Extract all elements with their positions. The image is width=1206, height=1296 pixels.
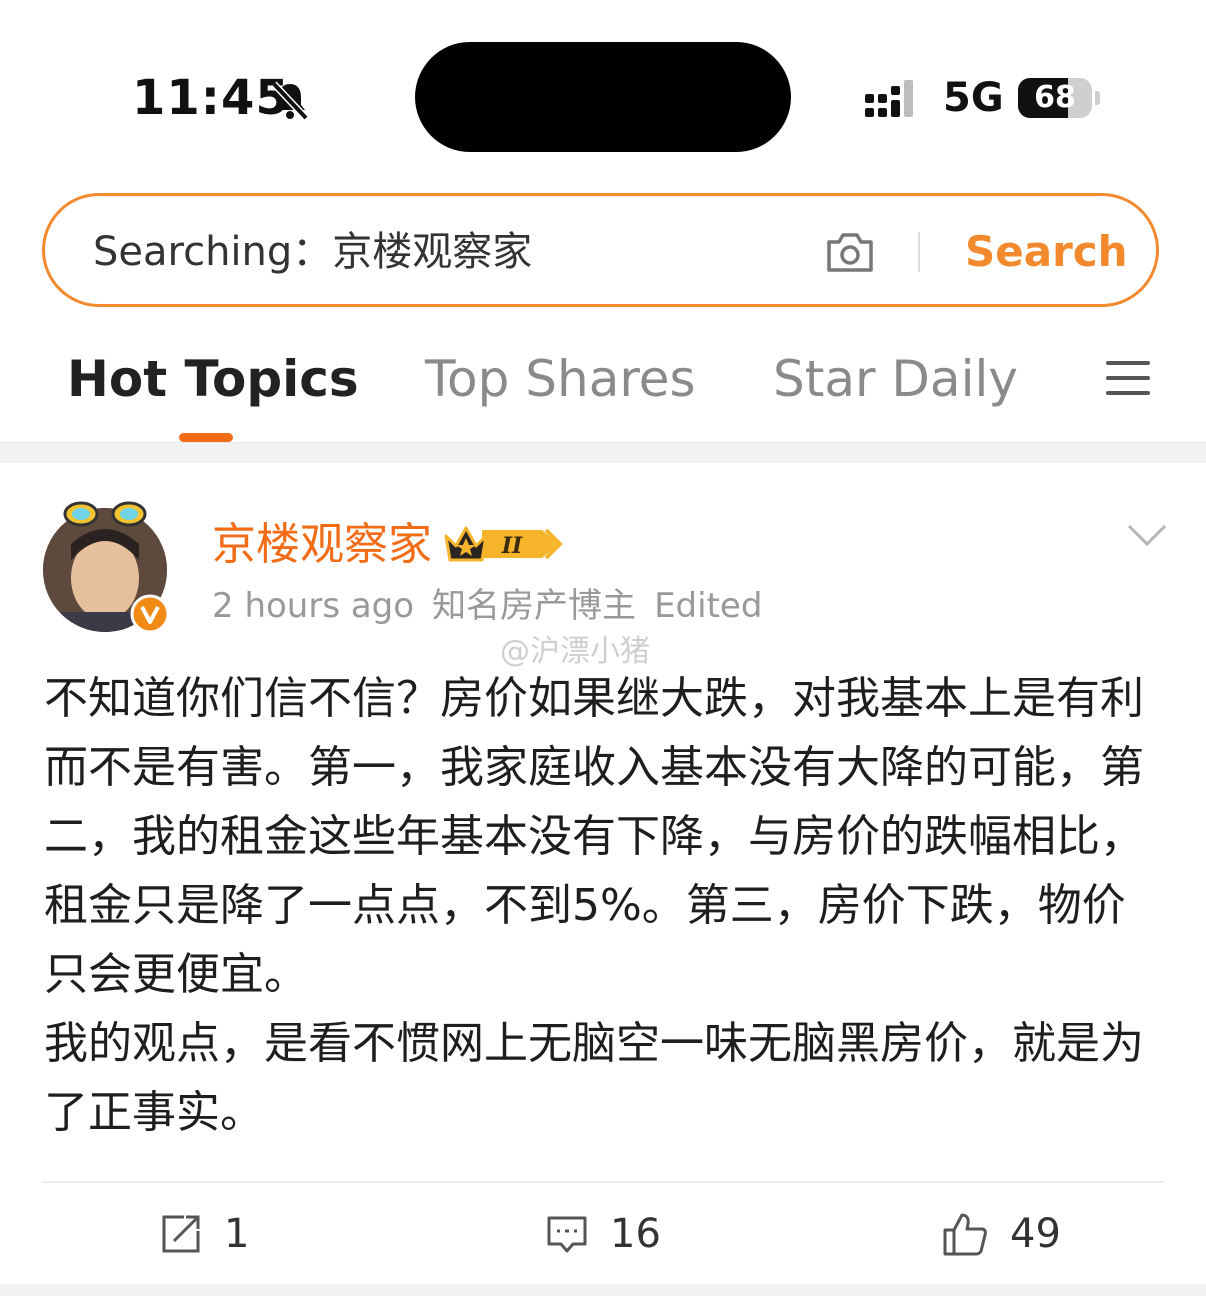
search-divider xyxy=(918,232,920,272)
post-content: 不知道你们信不信？房价如果继大跌，对我基本上是有利而不是有害。第一，我家庭收入基… xyxy=(44,664,1162,1147)
chevron-down-icon[interactable] xyxy=(1126,522,1168,548)
repost-button[interactable]: 1 xyxy=(160,1208,249,1260)
camera-icon[interactable] xyxy=(825,230,875,274)
post-time: 2 hours ago xyxy=(212,586,415,626)
post-meta: 2 hours ago 知名房产博主 Edited xyxy=(212,584,780,628)
tab-star-daily[interactable]: Star Daily xyxy=(773,347,1018,411)
action-divider xyxy=(42,1181,1164,1183)
battery-level: 68 xyxy=(1034,80,1076,115)
tab-top-shares[interactable]: Top Shares xyxy=(425,347,696,411)
status-time: 11:45 xyxy=(132,70,290,126)
edited-label: Edited xyxy=(654,586,763,626)
dynamic-island xyxy=(415,42,791,152)
network-type: 5G xyxy=(943,75,1004,121)
like-count: 49 xyxy=(1010,1211,1061,1257)
tab-bar: Hot Topics Top Shares Star Daily xyxy=(0,325,1206,442)
search-button[interactable]: Search xyxy=(965,226,1128,278)
repost-count: 1 xyxy=(224,1211,250,1257)
menu-icon[interactable] xyxy=(1106,360,1150,396)
thumbs-up-icon xyxy=(943,1213,987,1256)
comment-button[interactable]: 16 xyxy=(546,1208,661,1260)
cellular-signal-icon xyxy=(865,80,913,117)
like-button[interactable]: 49 xyxy=(942,1208,1061,1260)
search-bar[interactable]: Searching：京楼观察家 Search xyxy=(42,193,1159,307)
battery-indicator: 68 xyxy=(1018,78,1102,118)
post-author[interactable]: 京楼观察家 xyxy=(212,518,432,572)
vip-crown-badge-icon: II xyxy=(444,526,563,562)
comment-count: 16 xyxy=(610,1211,661,1257)
search-input[interactable]: Searching：京楼观察家 xyxy=(93,226,532,278)
repost-icon xyxy=(162,1215,200,1253)
active-tab-indicator xyxy=(179,433,233,442)
post-paragraph: 不知道你们信不信？房价如果继大跌，对我基本上是有利而不是有害。第一，我家庭收入基… xyxy=(44,673,1144,1000)
bell-muted-icon xyxy=(271,81,309,121)
author-tag: 知名房产博主 xyxy=(432,586,637,626)
post-paragraph: 我的观点，是看不惯网上无脑空一味无脑黑房价，就是为了正事实。 xyxy=(44,1018,1144,1138)
comment-icon xyxy=(547,1216,587,1253)
tab-hot-topics[interactable]: Hot Topics xyxy=(67,347,359,411)
verified-badge-icon xyxy=(130,594,170,634)
section-separator xyxy=(0,442,1206,463)
bottom-separator xyxy=(0,1284,1206,1296)
vip-level: II xyxy=(501,533,523,559)
